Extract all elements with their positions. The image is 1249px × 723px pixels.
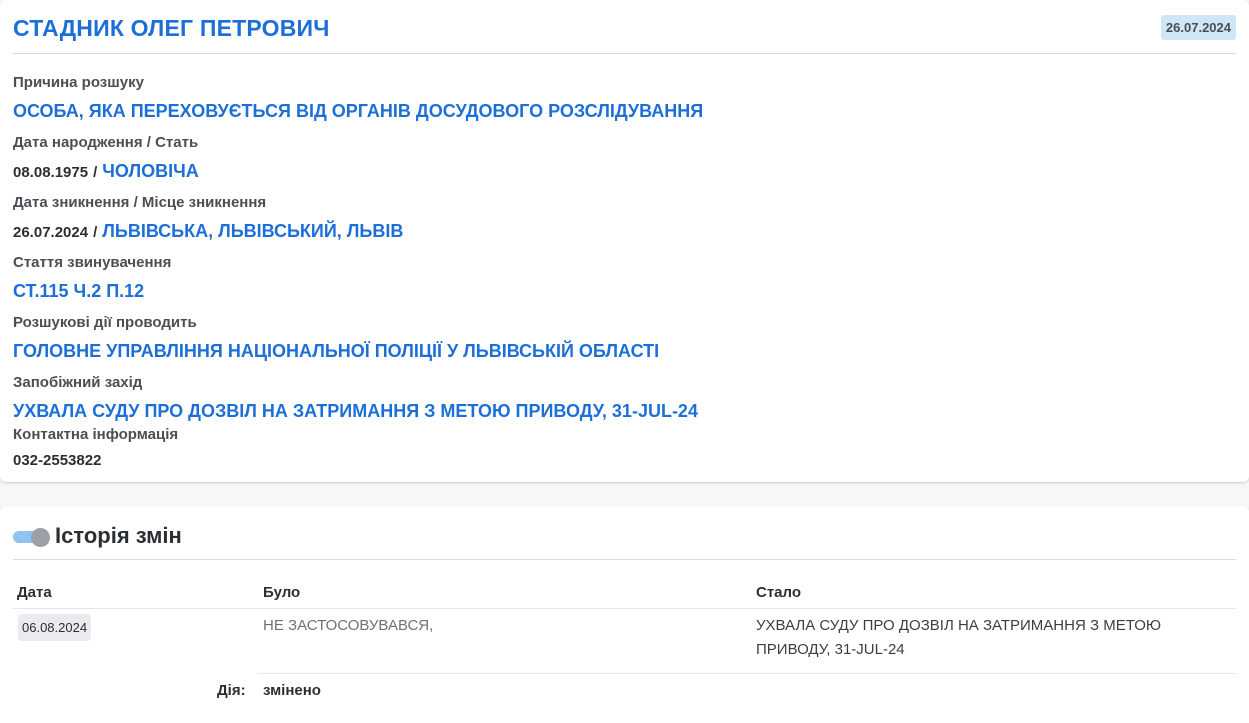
field-birth: Дата народження / Стать 08.08.1975 / ЧОЛ… <box>13 134 199 184</box>
history-row-date: 06.08.2024 <box>18 614 92 641</box>
action-divider <box>258 673 1236 674</box>
column-header-date: Дата <box>17 584 52 601</box>
birth-value: 08.08.1975 / ЧОЛОВІЧА <box>13 160 199 184</box>
column-header-was: Було <box>263 584 301 601</box>
field-measure: Запобіжний захід УХВАЛА СУДУ ПРО ДОЗВІЛ … <box>13 374 698 422</box>
history-row-action-value: змінено <box>263 682 321 699</box>
disappearance-separator: / <box>93 224 98 241</box>
field-agency: Розшукові дії проводить ГОЛОВНЕ УПРАВЛІН… <box>13 314 659 362</box>
history-card: Історія змін Дата Було Стало 06.08.2024 … <box>0 506 1249 723</box>
agency-label: Розшукові дії проводить <box>13 314 197 331</box>
person-card: СТАДНИК ОЛЕГ ПЕТРОВИЧ 26.07.2024 Причина… <box>0 0 1249 482</box>
field-disappearance: Дата зникнення / Місце зникнення 26.07.2… <box>13 194 403 244</box>
toggle-knob <box>31 528 50 547</box>
person-header: СТАДНИК ОЛЕГ ПЕТРОВИЧ 26.07.2024 <box>13 0 1236 54</box>
agency-value: ГОЛОВНЕ УПРАВЛІННЯ НАЦІОНАЛЬНОЇ ПОЛІЦІЇ … <box>13 341 660 361</box>
disappearance-value: 26.07.2024 / ЛЬВІВСЬКА, ЛЬВІВСЬКИЙ, ЛЬВІ… <box>13 220 403 244</box>
field-reason: Причина розшуку ОСОБА, ЯКА ПЕРЕХОВУЄТЬСЯ… <box>13 74 703 122</box>
disappearance-date: 26.07.2024 <box>13 224 89 241</box>
contact-value: 032-2553822 <box>13 452 102 469</box>
history-header: Історія змін <box>13 506 1236 560</box>
birth-date: 08.08.1975 <box>13 164 89 181</box>
field-contact: Контактна інформація 032-2553822 <box>13 426 178 472</box>
person-name: СТАДНИК ОЛЕГ ПЕТРОВИЧ <box>13 15 330 41</box>
history-row-was: НЕ ЗАСТОСОВУВАВСЯ, <box>263 617 434 634</box>
history-row-now: УХВАЛА СУДУ ПРО ДОЗВІЛ НА ЗАТРИМАННЯ З М… <box>756 617 1162 658</box>
column-header-now: Стало <box>756 584 802 601</box>
field-article: Стаття звинувачення СТ.115 Ч.2 П.12 <box>13 254 171 302</box>
table-header-divider <box>13 608 1236 609</box>
disappearance-place: ЛЬВІВСЬКА, ЛЬВІВСЬКИЙ, ЛЬВІВ <box>102 221 404 241</box>
disappearance-label: Дата зникнення / Місце зникнення <box>13 194 267 211</box>
article-label: Стаття звинувачення <box>13 254 172 271</box>
article-value: СТ.115 Ч.2 П.12 <box>13 281 145 301</box>
history-row-action-label: Дія: <box>217 682 246 699</box>
birth-separator: / <box>93 164 98 181</box>
measure-value: УХВАЛА СУДУ ПРО ДОЗВІЛ НА ЗАТРИМАННЯ З М… <box>13 401 698 421</box>
record-date-badge: 26.07.2024 <box>1160 15 1236 40</box>
birth-label: Дата народження / Стать <box>13 134 199 151</box>
reason-label: Причина розшуку <box>13 74 144 91</box>
history-toggle[interactable] <box>13 528 50 547</box>
contact-label: Контактна інформація <box>13 426 179 443</box>
birth-sex: ЧОЛОВІЧА <box>102 161 199 181</box>
measure-label: Запобіжний захід <box>13 374 143 391</box>
history-title: Історія змін <box>55 523 182 548</box>
reason-value: ОСОБА, ЯКА ПЕРЕХОВУЄТЬСЯ ВІД ОРГАНІВ ДОС… <box>13 101 704 121</box>
